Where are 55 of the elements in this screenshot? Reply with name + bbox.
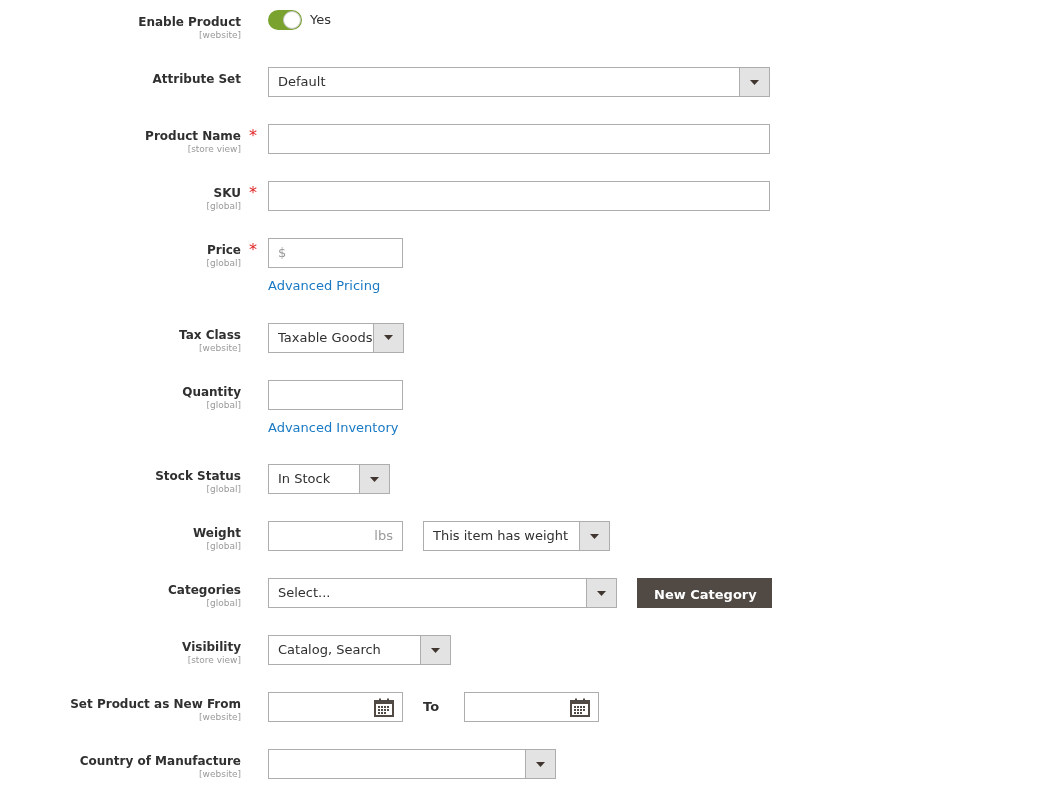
field-label: SKU (213, 186, 241, 201)
input-field[interactable] (268, 181, 770, 211)
field-label: Price (206, 243, 241, 258)
scope-label: [global] (206, 541, 241, 551)
date-field[interactable] (268, 692, 403, 722)
dropdown-field[interactable]: Taxable Goods (268, 322, 404, 353)
field-label: Categories (168, 583, 241, 598)
caret-icon (590, 533, 599, 539)
dropdown-field[interactable] (268, 749, 556, 779)
scope-label: [website] (199, 30, 241, 40)
field-label: Tax Class (179, 327, 241, 343)
dropdown-field[interactable]: Select... (268, 578, 617, 608)
field-label: Product Name (145, 129, 241, 144)
scope-label: [global] (206, 598, 241, 608)
scope-label: [store view] (187, 655, 241, 665)
scope-label: [global] (206, 258, 241, 268)
advanced-link[interactable]: Advanced Inventory (268, 417, 399, 437)
caret-icon (370, 476, 379, 482)
field-label: Attribute Set (152, 72, 241, 87)
input-field[interactable] (268, 124, 770, 154)
required-asterisk: * (249, 128, 257, 144)
caret-icon (750, 79, 759, 85)
toggle-label: Yes (310, 11, 331, 30)
range-label: To (423, 698, 440, 717)
field-label: Stock Status (155, 469, 241, 484)
scope-label: [global] (206, 399, 241, 410)
caret-icon (597, 590, 606, 596)
scope-label: [website] (199, 342, 241, 353)
calendar-icon[interactable] (374, 697, 394, 717)
scope-label: [website] (199, 769, 241, 779)
scope-label: [global] (206, 484, 241, 494)
caret-icon (384, 335, 393, 340)
dropdown-field[interactable]: This item has weight (423, 521, 610, 551)
field-label: Weight (193, 526, 241, 541)
field-label: Quantity (182, 384, 241, 400)
dropdown-field[interactable]: Default (268, 67, 770, 97)
calendar-icon[interactable] (570, 697, 591, 717)
dropdown-field[interactable]: In Stock (268, 464, 390, 494)
dropdown-field[interactable]: Catalog, Search (268, 635, 451, 665)
advanced-link[interactable]: Advanced Pricing (268, 276, 381, 296)
scope-label: [global] (206, 201, 241, 211)
field-label: Set Product as New From (70, 697, 241, 712)
date-field[interactable] (464, 692, 600, 722)
scope-label: [website] (199, 712, 241, 722)
required-asterisk: * (249, 185, 257, 201)
field-label: Enable Product (138, 15, 241, 30)
field-label: Visibility (182, 640, 241, 655)
caret-icon (536, 761, 545, 767)
new-category-button[interactable]: New Category (637, 578, 772, 608)
caret-icon (431, 647, 440, 653)
scope-label: [store view] (187, 144, 241, 154)
required-asterisk: * (249, 242, 257, 258)
input-field[interactable] (268, 379, 403, 410)
field-label: Country of Manufacture (79, 754, 241, 769)
toggle-switch[interactable] (268, 10, 302, 30)
